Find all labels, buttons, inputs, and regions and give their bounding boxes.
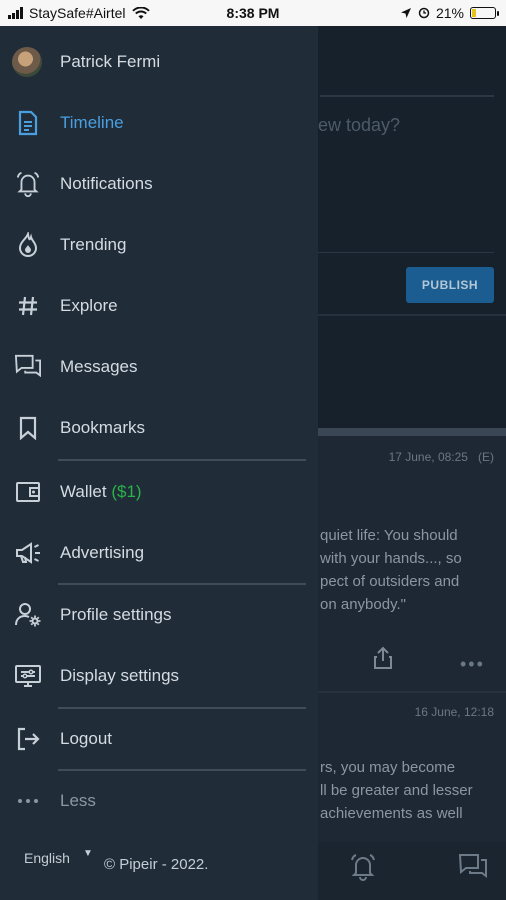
menu-item-notifications[interactable]: Notifications [0, 159, 318, 209]
menu-item-label: Messages [60, 357, 138, 376]
menu-item-timeline[interactable]: Timeline [0, 98, 318, 148]
menu-item-label: Trending [60, 235, 127, 254]
menu-item-logout[interactable]: Logout [0, 714, 318, 764]
flame-icon [14, 231, 42, 259]
menu-item-label: Wallet ($1) [60, 482, 142, 502]
menu-item-less[interactable]: Less [0, 776, 318, 826]
composer-bottom-line [318, 252, 494, 253]
publish-button[interactable]: PUBLISH [406, 267, 494, 303]
display-icon [14, 662, 42, 690]
composer-placeholder: ew today? [318, 115, 401, 135]
menu-item-label: Display settings [60, 666, 180, 685]
hashtag-icon [14, 292, 42, 320]
status-bar: StaySafe#Airtel 8:38 PM 21% [0, 0, 506, 26]
menu-item-label: Profile settings [60, 605, 172, 624]
wallet-label: Wallet [60, 482, 107, 501]
user-name: Patrick Fermi [60, 52, 161, 71]
battery-percent: 21% [435, 5, 464, 21]
menu-item-label: Advertising [60, 543, 145, 562]
bell-icon [14, 170, 42, 198]
menu-divider [58, 769, 306, 771]
menu-item-label: Notifications [60, 174, 153, 193]
menu-item-label: Explore [60, 296, 118, 315]
battery-icon [470, 7, 499, 19]
language-label: English [24, 850, 70, 866]
menu-item-bookmarks[interactable]: Bookmarks [0, 403, 318, 453]
caret-down-icon[interactable]: ▼ [83, 848, 93, 859]
location-arrow-icon [400, 8, 411, 18]
drawer-footer: English ▼ © Pipeir - 2022. [24, 848, 314, 880]
section-separator [318, 428, 506, 436]
menu-item-wallet[interactable]: Wallet ($1) [0, 467, 318, 517]
menu-divider [58, 707, 306, 709]
wallet-icon [14, 478, 42, 506]
alarm-icon [418, 7, 430, 19]
menu-item-profile-settings[interactable]: Profile settings [0, 590, 318, 640]
menu-item-label: Logout [60, 729, 112, 748]
chat-icon [14, 353, 42, 381]
navigation-drawer: Patrick Fermi Timeline Notifications Tre… [0, 26, 318, 900]
composer-divider [320, 95, 494, 97]
logout-icon [14, 725, 42, 753]
menu-item-explore[interactable]: Explore [0, 281, 318, 331]
menu-item-label: Less [60, 791, 96, 810]
divider [318, 314, 506, 316]
user-settings-icon [14, 601, 42, 629]
language-selector[interactable]: English [24, 850, 70, 866]
profile-header[interactable]: Patrick Fermi [0, 37, 318, 87]
document-icon [14, 109, 42, 137]
avatar[interactable] [12, 47, 42, 77]
menu-item-display-settings[interactable]: Display settings [0, 651, 318, 701]
megaphone-icon [14, 539, 42, 567]
menu-item-advertising[interactable]: Advertising [0, 528, 318, 578]
menu-divider [58, 459, 306, 461]
menu-item-messages[interactable]: Messages [0, 342, 318, 392]
ellipsis-icon [14, 787, 42, 815]
copyright: © Pipeir - 2022. [104, 856, 209, 873]
bookmark-icon [14, 414, 42, 442]
menu-item-label: Bookmarks [60, 418, 146, 437]
wallet-balance: ($1) [111, 482, 142, 501]
menu-divider [58, 583, 306, 585]
menu-item-label: Timeline [60, 113, 124, 132]
menu-item-trending[interactable]: Trending [0, 220, 318, 270]
